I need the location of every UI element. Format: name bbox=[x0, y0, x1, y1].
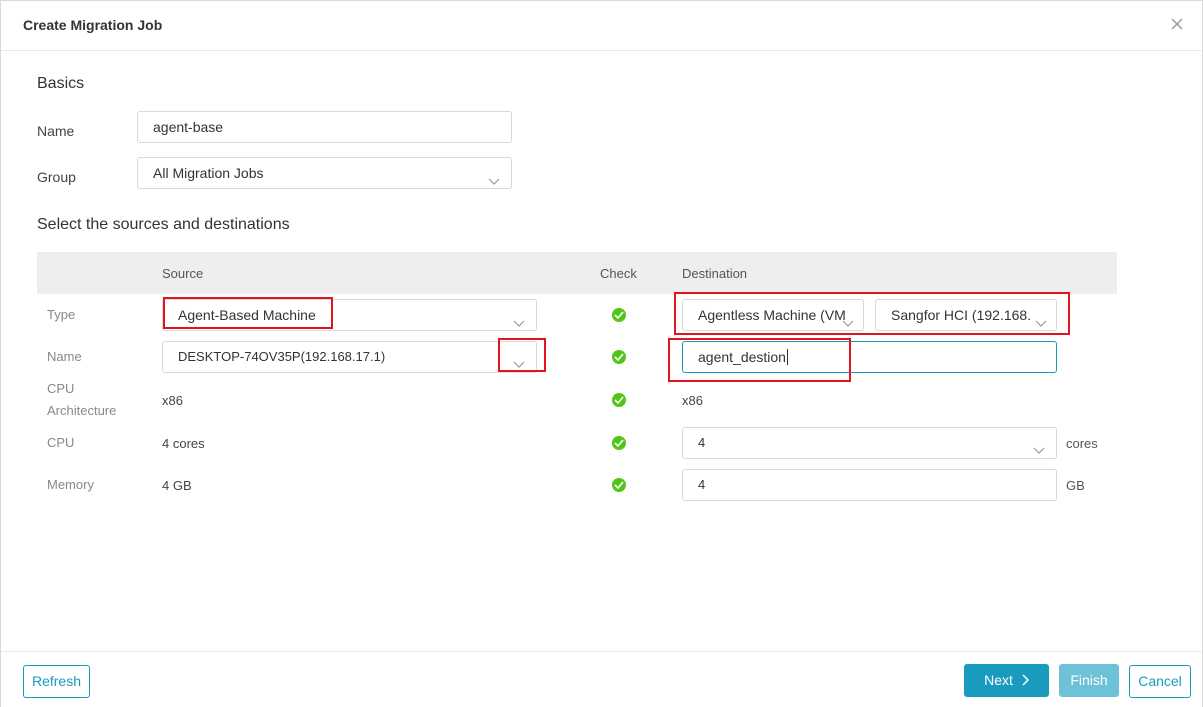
destination-memory-value: 4 bbox=[698, 477, 706, 492]
next-button[interactable]: Next bbox=[964, 664, 1049, 697]
finish-button[interactable]: Finish bbox=[1059, 664, 1119, 697]
cpu-check-ok-icon bbox=[612, 436, 626, 450]
destination-column-header: Destination bbox=[682, 266, 748, 281]
create-migration-job-dialog: Create Migration Job Basics Name agent-b… bbox=[0, 0, 1203, 707]
cpu-row-label: CPU bbox=[47, 435, 75, 450]
memory-row-label: Memory bbox=[47, 477, 94, 492]
source-machine-value: DESKTOP-74OV35P(192.168.17.1) bbox=[178, 349, 386, 364]
destination-memory-input[interactable]: 4 bbox=[682, 469, 1057, 501]
check-column-header: Check bbox=[600, 266, 637, 281]
cpu-arch-row-label-line2: Architecture bbox=[47, 403, 117, 418]
type-row-label: Type bbox=[47, 307, 76, 322]
source-type-select[interactable]: Agent-Based Machine bbox=[162, 299, 537, 331]
dialog-footer: Refresh Next Finish Cancel bbox=[1, 651, 1202, 707]
name-row-label: Name bbox=[47, 349, 82, 364]
source-column-header: Source bbox=[162, 266, 204, 281]
next-label: Next bbox=[984, 672, 1013, 688]
source-cpu-arch: x86 bbox=[162, 393, 183, 408]
destination-cpu-select[interactable]: 4 bbox=[682, 427, 1057, 459]
destination-name-input[interactable]: agent_destion bbox=[682, 341, 1057, 373]
chevron-down-icon bbox=[1034, 309, 1048, 327]
group-label: Group bbox=[37, 169, 76, 185]
dialog-title: Create Migration Job bbox=[23, 17, 163, 33]
group-select[interactable]: All Migration Jobs bbox=[137, 157, 512, 189]
chevron-down-icon bbox=[487, 167, 501, 185]
close-icon[interactable] bbox=[1166, 13, 1188, 35]
memory-unit-label: GB bbox=[1066, 478, 1085, 493]
memory-check-ok-icon bbox=[612, 478, 626, 492]
destination-name-value: agent_destion bbox=[698, 349, 786, 365]
cpu-arch-row-label-line1: CPU bbox=[47, 381, 75, 396]
cancel-button[interactable]: Cancel bbox=[1129, 665, 1191, 698]
destination-type-select[interactable]: Agentless Machine (VM bbox=[682, 299, 864, 331]
name-check-ok-icon bbox=[612, 350, 626, 364]
destination-type-value: Agentless Machine (VM bbox=[698, 307, 846, 323]
source-machine-select[interactable]: DESKTOP-74OV35P(192.168.17.1) bbox=[162, 341, 537, 373]
chevron-down-icon bbox=[1032, 437, 1046, 454]
destination-cpu-value: 4 bbox=[698, 435, 706, 450]
job-name-input[interactable]: agent-base bbox=[137, 111, 512, 143]
chevron-right-icon bbox=[1021, 666, 1029, 697]
basics-heading: Basics bbox=[37, 75, 85, 92]
cpu-arch-check-ok-icon bbox=[612, 393, 626, 407]
mapping-table-header: Source Check Destination bbox=[37, 252, 1117, 294]
text-caret bbox=[786, 349, 788, 365]
source-type-value: Agent-Based Machine bbox=[178, 307, 316, 323]
cpu-unit-label: cores bbox=[1066, 436, 1098, 451]
chevron-down-icon bbox=[841, 309, 855, 327]
group-value: All Migration Jobs bbox=[153, 165, 264, 181]
destination-platform-select[interactable]: Sangfor HCI (192.168. bbox=[875, 299, 1057, 331]
source-cpu: 4 cores bbox=[162, 436, 205, 451]
dialog-header: Create Migration Job bbox=[1, 1, 1202, 51]
mapping-heading: Select the sources and destinations bbox=[37, 216, 290, 233]
destination-cpu-arch: x86 bbox=[682, 393, 703, 408]
chevron-down-icon[interactable] bbox=[512, 351, 526, 368]
destination-platform-value: Sangfor HCI (192.168. bbox=[891, 307, 1032, 323]
refresh-button[interactable]: Refresh bbox=[23, 665, 90, 698]
source-memory: 4 GB bbox=[162, 478, 192, 493]
chevron-down-icon bbox=[512, 309, 526, 327]
name-label: Name bbox=[37, 123, 75, 139]
job-name-value: agent-base bbox=[153, 119, 224, 135]
type-check-ok-icon bbox=[612, 308, 626, 322]
